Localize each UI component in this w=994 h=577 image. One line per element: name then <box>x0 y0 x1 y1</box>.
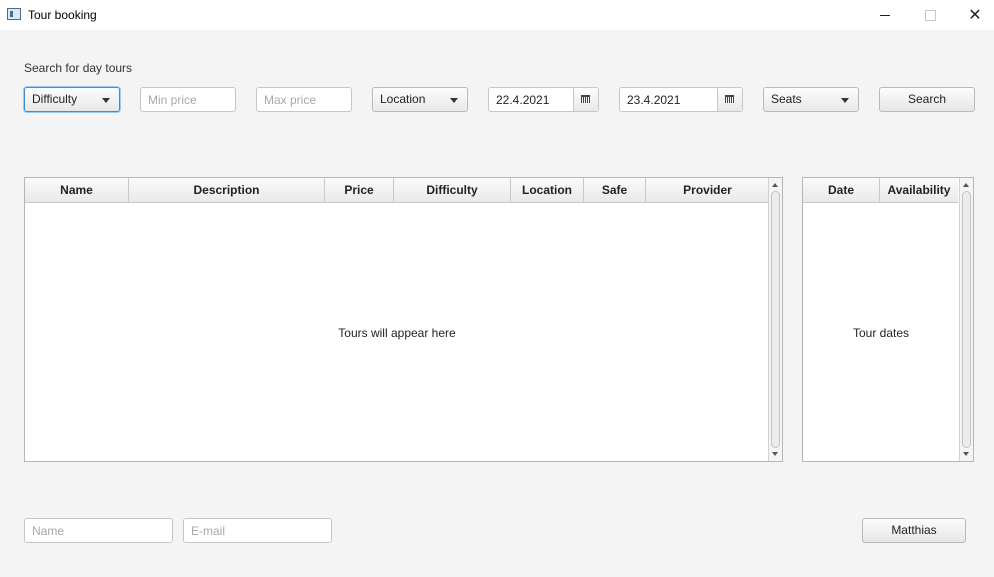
date-to-calendar-button[interactable] <box>717 88 742 111</box>
maximize-button[interactable] <box>907 0 953 30</box>
seats-dropdown[interactable]: Seats <box>763 87 859 112</box>
app-icon <box>7 8 21 20</box>
difficulty-dropdown-label: Difficulty <box>32 92 78 106</box>
user-button[interactable]: Matthias <box>862 518 966 543</box>
scroll-down-icon[interactable] <box>772 452 778 456</box>
email-input[interactable] <box>183 518 332 543</box>
minimize-button[interactable] <box>862 0 908 30</box>
location-dropdown[interactable]: Location <box>372 87 468 112</box>
close-icon: ✕ <box>968 7 982 24</box>
scroll-up-icon[interactable] <box>772 183 778 187</box>
date-from-calendar-button[interactable] <box>573 88 598 111</box>
max-price-input[interactable] <box>256 87 352 112</box>
scroll-down-icon[interactable] <box>963 452 969 456</box>
tours-table-scrollbar[interactable] <box>768 178 782 461</box>
chevron-down-icon <box>841 98 849 103</box>
dates-placeholder: Tour dates <box>852 326 910 340</box>
tours-table-header: Name Description Price Difficulty Locati… <box>25 178 769 203</box>
calendar-icon <box>581 95 590 103</box>
chevron-down-icon <box>102 98 110 103</box>
title-bar: Tour booking ✕ <box>0 0 994 30</box>
column-header-location[interactable]: Location <box>511 178 584 202</box>
scroll-thumb[interactable] <box>771 191 780 448</box>
column-header-price[interactable]: Price <box>325 178 394 202</box>
minimize-icon <box>880 14 890 16</box>
tours-table[interactable]: Name Description Price Difficulty Locati… <box>24 177 783 462</box>
column-header-description[interactable]: Description <box>129 178 325 202</box>
search-heading: Search for day tours <box>24 61 133 75</box>
column-header-provider[interactable]: Provider <box>646 178 769 202</box>
search-button[interactable]: Search <box>879 87 975 112</box>
name-input[interactable] <box>24 518 173 543</box>
date-from-value: 22.4.2021 <box>496 93 550 107</box>
seats-dropdown-label: Seats <box>771 92 802 106</box>
maximize-icon <box>924 9 936 21</box>
column-header-name[interactable]: Name <box>25 178 129 202</box>
dates-table-header: Date Availability <box>803 178 958 203</box>
scroll-thumb[interactable] <box>962 191 971 448</box>
date-to-picker[interactable]: 23.4.2021 <box>619 87 743 112</box>
column-header-difficulty[interactable]: Difficulty <box>394 178 511 202</box>
calendar-icon <box>725 95 734 103</box>
min-price-input[interactable] <box>140 87 236 112</box>
dates-table-scrollbar[interactable] <box>959 178 973 461</box>
difficulty-dropdown[interactable]: Difficulty <box>24 87 120 112</box>
location-dropdown-label: Location <box>380 92 426 106</box>
date-to-value: 23.4.2021 <box>627 93 681 107</box>
close-button[interactable]: ✕ <box>952 0 994 30</box>
chevron-down-icon <box>450 98 458 103</box>
column-header-safe[interactable]: Safe <box>584 178 646 202</box>
tours-placeholder: Tours will appear here <box>338 326 456 340</box>
column-header-date[interactable]: Date <box>803 178 880 202</box>
dates-table[interactable]: Date Availability Tour dates <box>802 177 974 462</box>
window-title: Tour booking <box>28 8 97 22</box>
column-header-availability[interactable]: Availability <box>880 178 958 202</box>
scroll-up-icon[interactable] <box>963 183 969 187</box>
date-from-picker[interactable]: 22.4.2021 <box>488 87 599 112</box>
